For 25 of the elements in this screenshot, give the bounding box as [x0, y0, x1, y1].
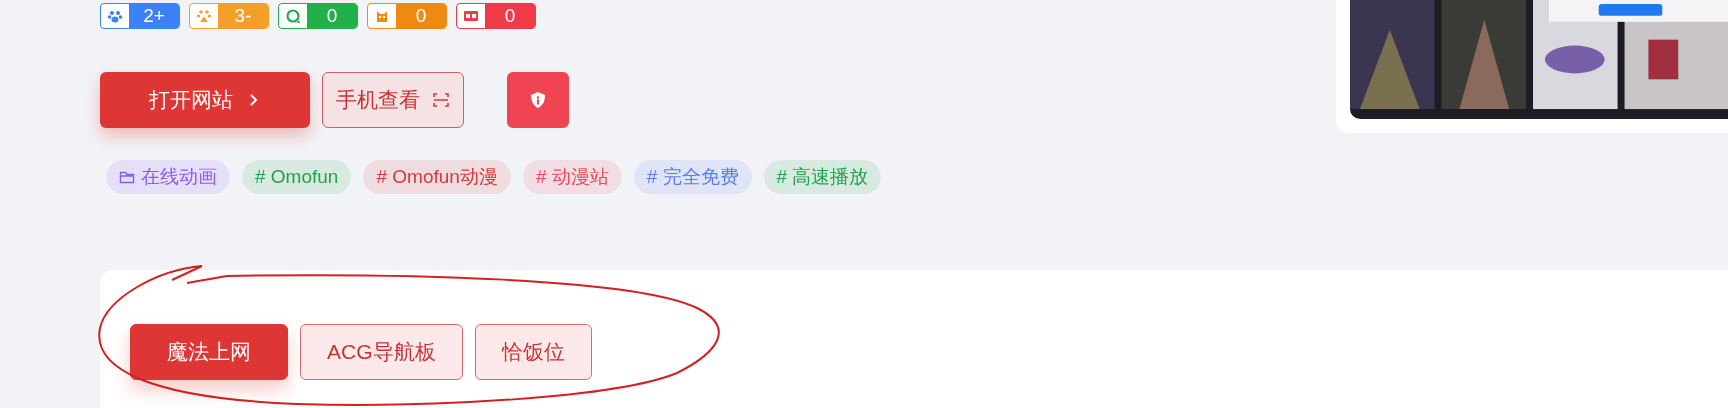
- paw-icon: [107, 8, 123, 24]
- rank-value: 0: [485, 4, 535, 28]
- mobile-view-button[interactable]: 手机查看: [322, 72, 464, 128]
- rank-value: 2+: [129, 4, 179, 28]
- ring-icon: [285, 8, 301, 24]
- owl-icon: [374, 8, 390, 24]
- folder-icon: [119, 169, 135, 185]
- tag-link[interactable]: # 完全免费: [633, 160, 752, 194]
- rank-value: 3-: [218, 4, 268, 28]
- tag-link[interactable]: # Omofun动漫: [363, 160, 511, 194]
- tag-link[interactable]: # 动漫站: [522, 160, 622, 194]
- section-tab[interactable]: ACG导航板: [300, 324, 463, 380]
- tag-link[interactable]: # 高速播放: [763, 160, 882, 194]
- shield-button[interactable]: [507, 72, 569, 128]
- shield-info-icon: [529, 91, 547, 109]
- headline-icon: [463, 8, 479, 24]
- section-tab[interactable]: 魔法上网: [130, 324, 288, 380]
- scan-icon: [432, 91, 450, 109]
- paw-icon: [196, 8, 212, 24]
- rank-value: 0: [396, 4, 446, 28]
- open-site-button[interactable]: 打开网站: [100, 72, 310, 128]
- rank-value: 0: [307, 4, 357, 28]
- tag-link[interactable]: # Omofun: [242, 160, 352, 194]
- category-tag[interactable]: 在线动画: [106, 160, 230, 194]
- section-tab[interactable]: 恰饭位: [474, 324, 592, 380]
